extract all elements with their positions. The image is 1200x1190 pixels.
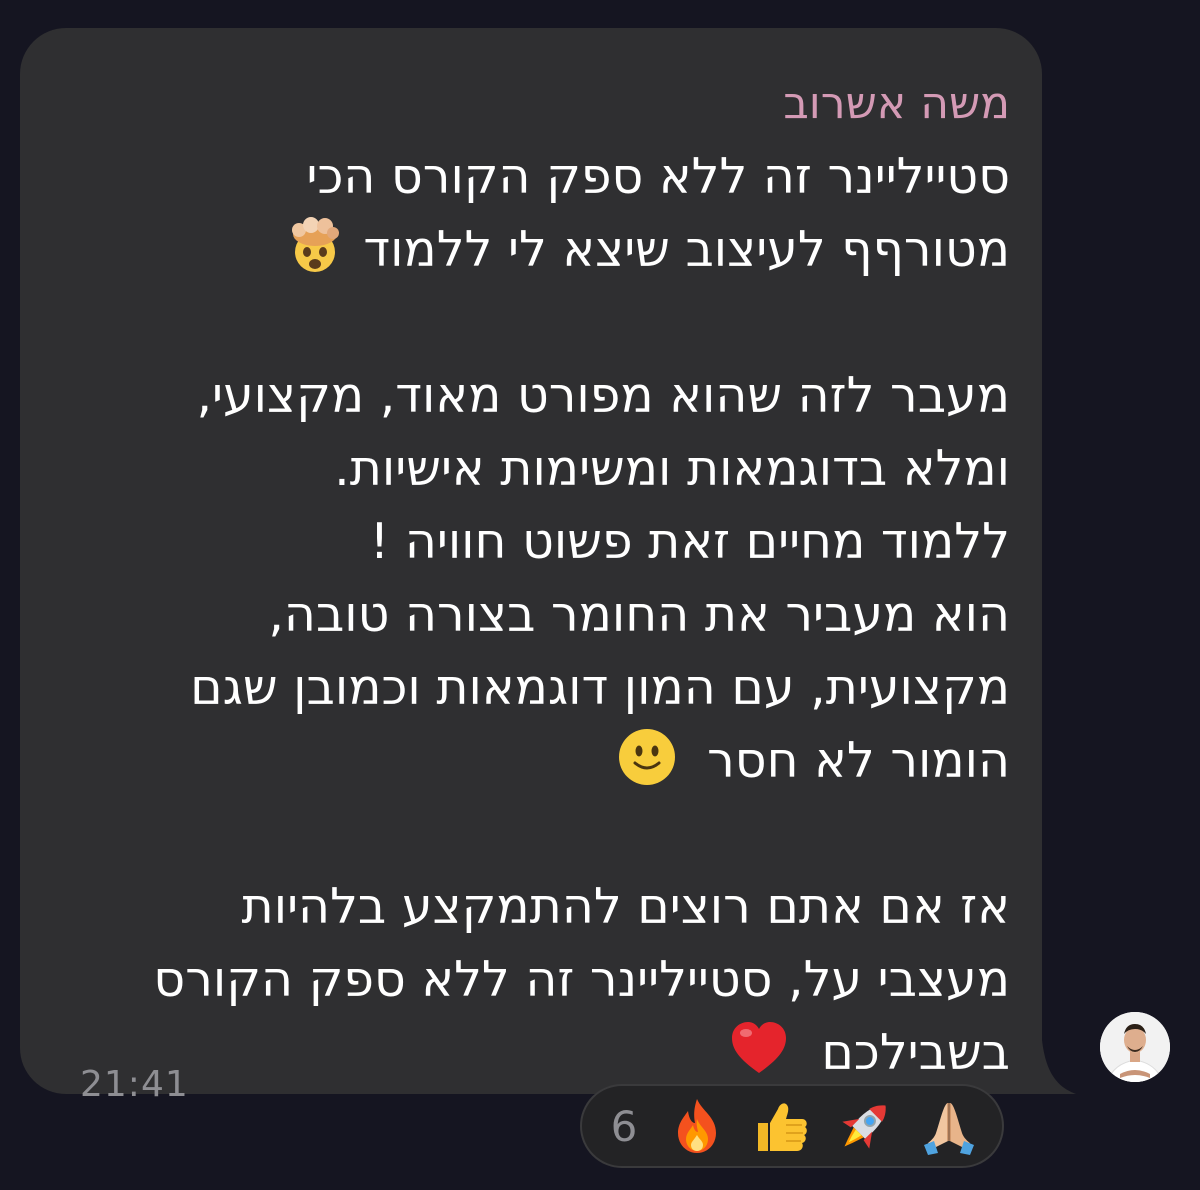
message-line-1: סטייליינר זה ללא ספק הקורס הכי [306, 148, 1010, 205]
message-line-9-text: הומור לא חסר [707, 732, 1010, 789]
message-line-11: אז אם אתם רוצים להתמקצע בלהיות [241, 878, 1010, 935]
thumbs-up-icon[interactable] [750, 1095, 812, 1157]
message-line-4: מעבר לזה שהוא מפורט מאוד, מקצועי, [196, 367, 1010, 424]
exploding-head-emoji-icon [292, 217, 340, 272]
message-line-7: הוא מעביר את החומר בצורה טובה, [268, 586, 1010, 643]
sender-name[interactable]: משה אשרוב [783, 78, 1010, 129]
message-timestamp: 21:41 [80, 1064, 189, 1105]
message-line-8: מקצועית, עם המון דוגמאות וכמובן שגם [190, 659, 1010, 716]
rocket-icon[interactable] [834, 1095, 896, 1157]
message-line-5: ומלא בדוגמאות ומשימות אישיות. [334, 440, 1010, 497]
message-bubble[interactable]: משה אשרוב סטייליינר זה ללא ספק הקורס הכי… [20, 28, 1042, 1105]
message-text: סטייליינר זה ללא ספק הקורס הכי מטורףף לע… [50, 140, 1010, 1089]
message-line-9: הומור לא חסר [50, 724, 1010, 797]
reaction-count: 6 [610, 1101, 638, 1151]
message-line-6: ללמוד מחיים זאת פשוט חוויה ! [369, 513, 1010, 570]
chat-screen: משה אשרוב סטייליינר זה ללא ספק הקורס הכי… [0, 0, 1200, 1190]
reactions-bar[interactable]: 6 [580, 1084, 1004, 1168]
message-line-13-text: בשבילכם [821, 1024, 1010, 1081]
message-line-12: מעצבי על, סטייליינר זה ללא ספק הקורס [153, 951, 1010, 1008]
fire-icon[interactable] [666, 1095, 728, 1157]
red-heart-icon [732, 1022, 787, 1073]
sender-avatar[interactable] [1100, 998, 1170, 1096]
message-line-13: בשבילכם [50, 1016, 1010, 1089]
pray-icon[interactable] [918, 1095, 980, 1157]
bubble-tail [1020, 1040, 1076, 1094]
message-line-2-text: מטורףף לעיצוב שיצא לי ללמוד [363, 221, 1010, 278]
message-line-2: מטורףף לעיצוב שיצא לי ללמוד [50, 213, 1010, 286]
slightly-smiling-face-icon [619, 729, 676, 785]
